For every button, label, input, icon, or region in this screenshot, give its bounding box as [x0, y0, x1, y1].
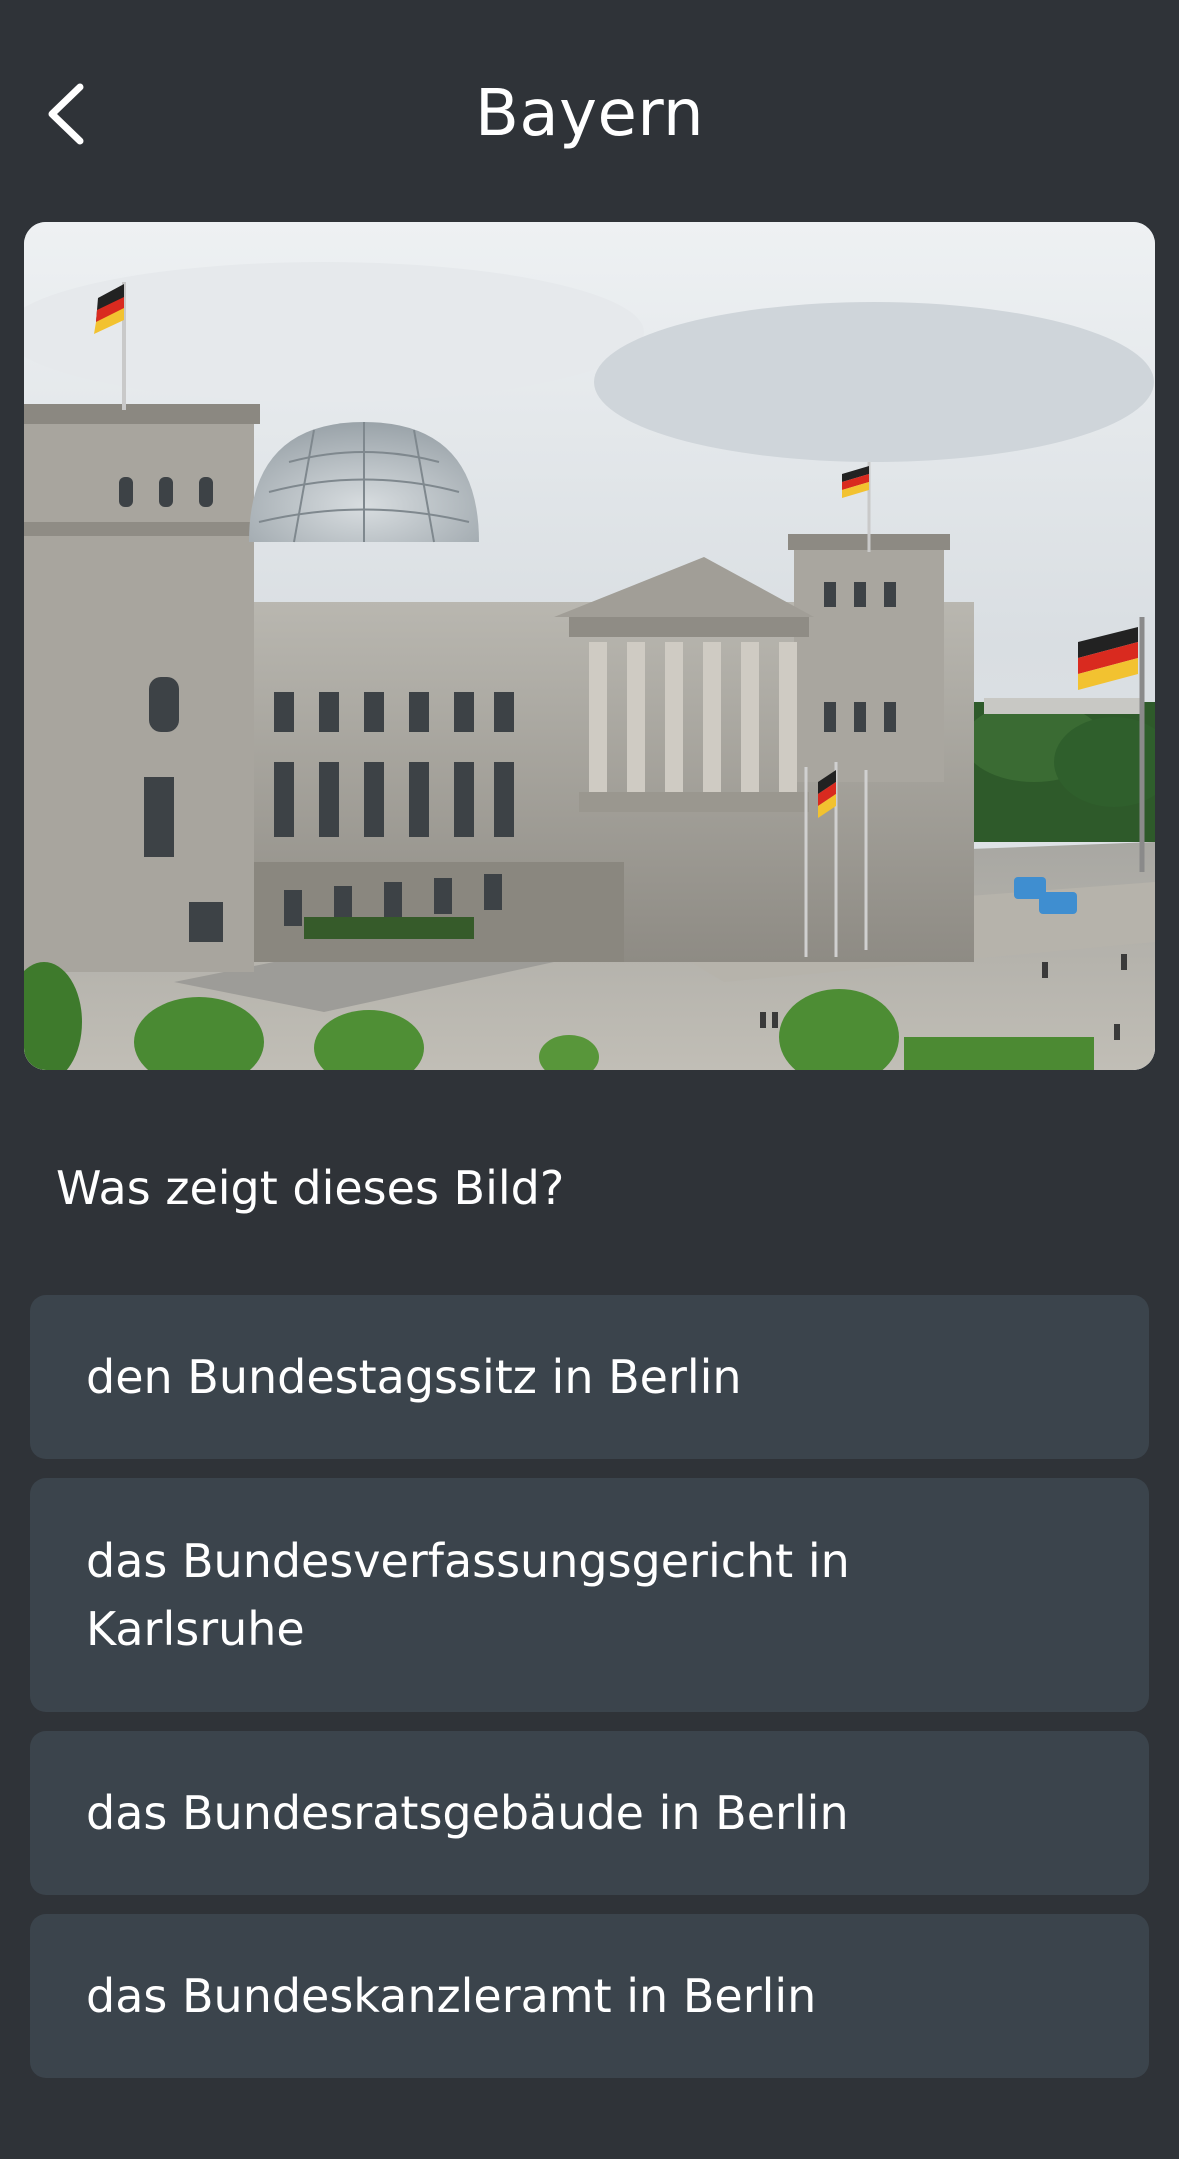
answer-option-4[interactable]: das Bundeskanzleramt in Berlin	[30, 1914, 1149, 2078]
answer-option-label: das Bundeskanzleramt in Berlin	[86, 1969, 817, 2023]
answer-option-2[interactable]: das Bundesverfassungsgericht in Karlsruh…	[30, 1478, 1149, 1712]
answer-option-label: den Bundestagssitz in Berlin	[86, 1350, 742, 1404]
app-header: Bayern	[0, 0, 1179, 222]
answer-option-1[interactable]: den Bundestagssitz in Berlin	[30, 1295, 1149, 1459]
page-title: Bayern	[474, 77, 705, 151]
question-image	[24, 222, 1155, 1070]
answer-option-3[interactable]: das Bundesratsgebäude in Berlin	[30, 1731, 1149, 1895]
answer-option-label: das Bundesratsgebäude in Berlin	[86, 1786, 849, 1840]
reichstag-photo	[24, 222, 1155, 1070]
answer-option-label: das Bundesverfassungsgericht in Karlsruh…	[86, 1534, 850, 1656]
question-text: Was zeigt dieses Bild?	[56, 1161, 565, 1215]
